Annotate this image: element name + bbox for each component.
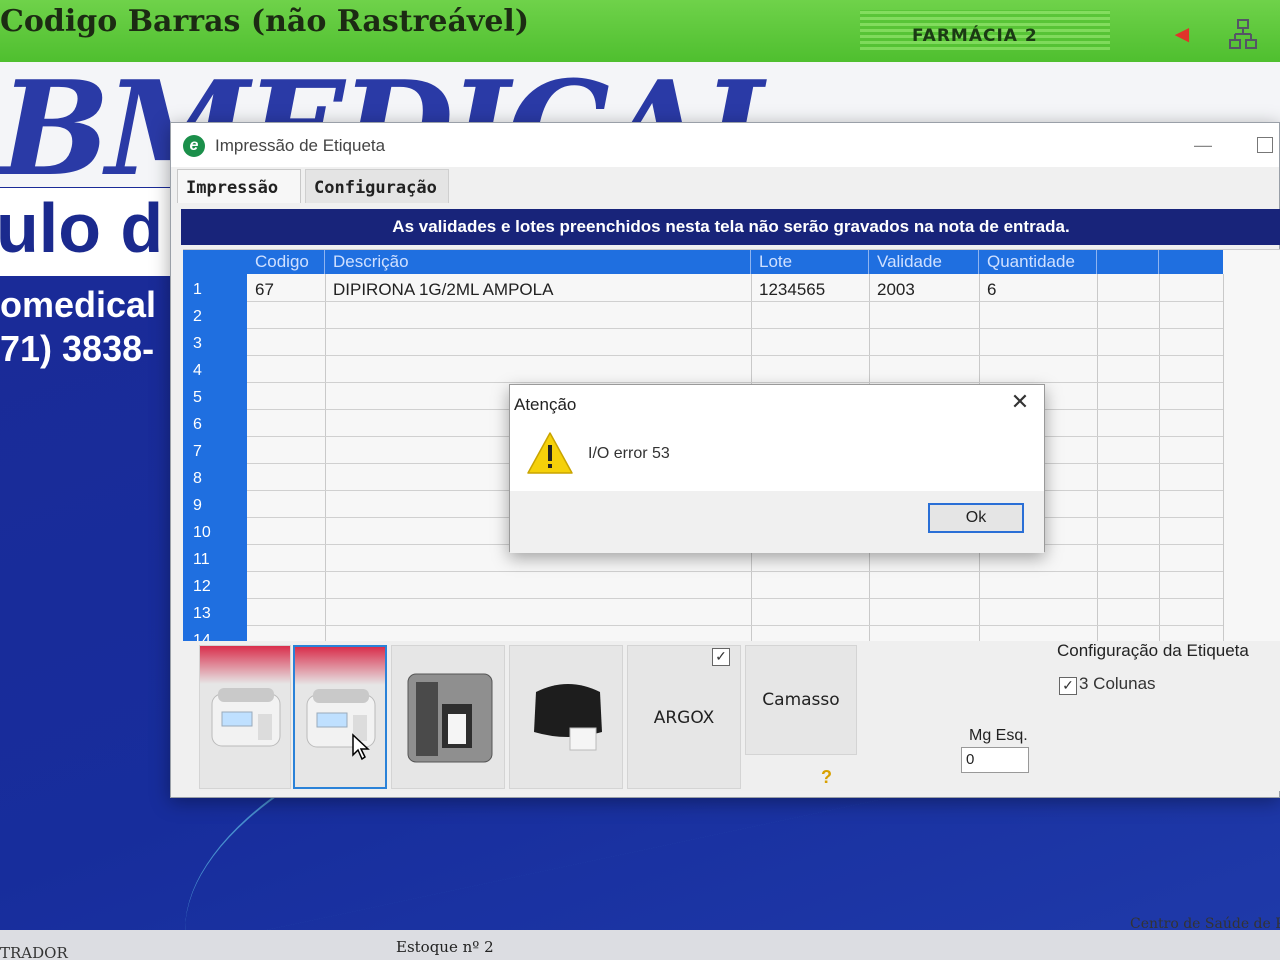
column-header-descricao[interactable]: Descrição	[325, 250, 751, 274]
app-title: Codigo Barras (não Rastreável)	[0, 4, 530, 39]
help-icon[interactable]: ?	[821, 767, 832, 788]
alert-message: I/O error 53	[588, 445, 670, 462]
row-number: 12	[193, 578, 211, 595]
app-icon: e	[183, 135, 205, 157]
row-number: 14	[193, 632, 211, 641]
minimize-button[interactable]: —	[1193, 135, 1213, 155]
notice-banner: As validades e lotes preenchidos nesta t…	[181, 209, 1280, 245]
camasso-printer-button[interactable]: Camasso	[745, 645, 857, 755]
row-number: 1	[193, 281, 202, 298]
mg-esq-label: Mg Esq.	[969, 727, 1028, 744]
row-number-column: 1 2 3 4 5 6 7 8 9 10 11 12 13 14	[183, 274, 247, 641]
grid-header: Codigo Descrição Lote Validade Quantidad…	[183, 250, 1223, 274]
status-stock: Estoque nº 2	[396, 938, 494, 956]
ok-button[interactable]: Ok	[928, 503, 1024, 533]
row-number: 3	[193, 335, 202, 352]
three-columns-checkbox[interactable]: ✓	[1059, 677, 1077, 695]
tab-impressao[interactable]: Impressão	[177, 169, 301, 203]
printer-3-button[interactable]	[391, 645, 505, 789]
column-header-codigo[interactable]: Codigo	[247, 250, 325, 274]
label-config-title: Configuração da Etiqueta	[1057, 641, 1249, 660]
status-bar: TRADOR Estoque nº 2	[0, 930, 1280, 960]
app-title-bar: Codigo Barras (não Rastreável) FARMÁCIA …	[0, 0, 1280, 62]
column-header-blank-2	[1159, 250, 1223, 274]
camasso-label: Camasso	[762, 690, 840, 710]
row-number: 4	[193, 362, 202, 379]
row-number: 8	[193, 470, 202, 487]
maximize-button[interactable]	[1257, 137, 1273, 153]
argox-label: ARGOX	[653, 708, 715, 728]
row-number: 13	[193, 605, 211, 622]
status-location: Centro de Saúde de Pe	[1130, 916, 1280, 932]
cell-validade[interactable]: 2003	[869, 276, 979, 303]
cell-lote[interactable]: 1234565	[751, 276, 869, 303]
cell-codigo[interactable]: 67	[247, 276, 325, 303]
row-number: 10	[193, 524, 211, 541]
brand-label: FARMÁCIA 2	[912, 26, 1038, 46]
printer-4-button[interactable]	[509, 645, 623, 789]
cell-descricao[interactable]: DIPIRONA 1G/2ML AMPOLA	[325, 276, 751, 303]
cell-quantidade[interactable]: 6	[979, 276, 1097, 303]
column-header-quantidade[interactable]: Quantidade	[979, 250, 1097, 274]
printer-3-icon	[407, 673, 493, 763]
argox-printer-button[interactable]: ✓ ARGOX	[627, 645, 741, 789]
app-banner-website: omedical	[0, 284, 157, 325]
printer-panel: ✓ ARGOX Camasso ? Mg Esq. 0 Configuração…	[199, 641, 1280, 791]
printer-4-icon	[534, 684, 602, 751]
row-number: 7	[193, 443, 202, 460]
mouse-cursor-icon	[352, 733, 370, 761]
back-arrow-icon[interactable]: ◄	[1170, 22, 1200, 48]
app-banner-subtitle: ulo d	[0, 188, 175, 276]
tab-configuracao[interactable]: Configuração	[305, 169, 449, 203]
warning-icon	[527, 432, 573, 474]
three-columns-label: 3 Colunas	[1079, 674, 1156, 693]
argox-checkbox[interactable]: ✓	[712, 648, 730, 666]
app-banner-phone: 71) 3838-	[0, 328, 155, 369]
alert-dialog: Atenção ✕ I/O error 53 Ok	[509, 384, 1045, 553]
alert-footer: Ok	[510, 491, 1044, 553]
row-number: 6	[193, 416, 202, 433]
mg-esq-input[interactable]: 0	[961, 747, 1029, 773]
row-number: 9	[193, 497, 202, 514]
alert-title: Atenção	[514, 395, 577, 414]
close-icon[interactable]: ✕	[1008, 389, 1032, 414]
column-header-lote[interactable]: Lote	[751, 250, 869, 274]
dialog-title: Impressão de Etiqueta	[215, 136, 386, 155]
column-header-validade[interactable]: Validade	[869, 250, 979, 274]
printer-2-button[interactable]	[293, 645, 387, 789]
status-user: TRADOR	[0, 944, 68, 960]
row-number: 5	[193, 389, 202, 406]
row-number: 2	[193, 308, 202, 325]
network-icon[interactable]	[1228, 18, 1258, 50]
row-number: 11	[193, 551, 210, 568]
column-header-blank-1	[1097, 250, 1159, 274]
printer-1-button[interactable]	[199, 645, 291, 789]
dialog-title-bar[interactable]: e Impressão de Etiqueta —	[171, 123, 1279, 167]
printer-1-icon	[211, 688, 281, 747]
alert-body: I/O error 53	[510, 423, 1044, 491]
